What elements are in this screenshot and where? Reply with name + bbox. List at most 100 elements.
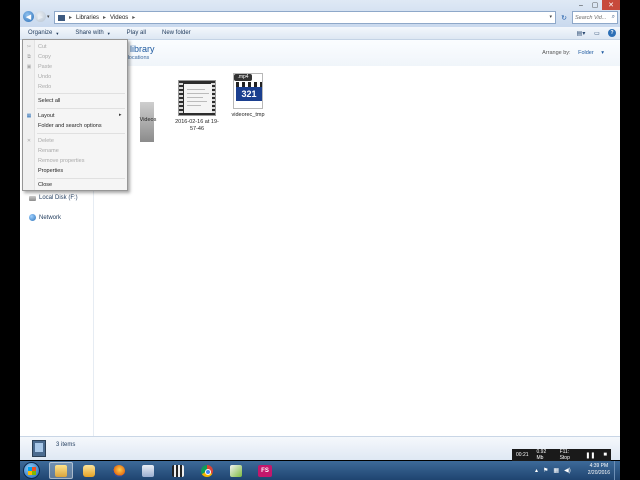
taskbar-fs-recorder[interactable]: FS <box>253 462 277 479</box>
delete-icon: ✕ <box>26 138 32 144</box>
organize-menu: ✂ Cut ⧉ Copy ▣ Paste Undo Redo Select al… <box>22 39 128 191</box>
chevron-down-icon: ▼ <box>55 30 60 36</box>
media-player-icon <box>83 464 95 477</box>
window-controls: – ▢ ✕ <box>574 0 620 10</box>
change-view-icon[interactable]: ▤▾ <box>576 29 586 37</box>
new-folder-button[interactable]: New folder <box>162 30 191 36</box>
stop-hint: F11: Stop <box>559 449 570 461</box>
close-button[interactable]: ✕ <box>602 0 620 10</box>
back-button[interactable]: ◀ <box>23 11 34 22</box>
libraries-icon <box>58 14 65 21</box>
clock[interactable]: 4:39 PM 2/20/2016 <box>588 463 610 477</box>
pen-icon <box>230 464 242 477</box>
taskbar-firefox[interactable] <box>107 462 131 479</box>
clapperboard-icon <box>172 464 184 477</box>
clock-date: 2/20/2016 <box>587 470 610 476</box>
volume-icon[interactable]: ◀) <box>564 467 571 474</box>
breadcrumb-separator-icon[interactable]: ▸ <box>132 14 135 21</box>
play-all-button[interactable]: Play all <box>127 30 146 36</box>
taskbar-chrome[interactable] <box>195 462 219 479</box>
file-label: videorec_tmp <box>231 112 265 118</box>
menu-item-undo[interactable]: Undo <box>38 74 51 80</box>
menu-item-properties[interactable]: Properties <box>38 168 63 174</box>
menu-item-select-all[interactable]: Select all <box>38 98 60 104</box>
fs-recorder-icon: FS <box>258 464 272 477</box>
menu-item-copy[interactable]: Copy <box>38 54 51 60</box>
search-input[interactable]: Search Vid... ⌕ <box>572 11 618 24</box>
chevron-down-icon[interactable]: ▾ <box>601 50 604 56</box>
menu-separator <box>37 133 125 134</box>
search-icon: ⌕ <box>611 14 615 20</box>
arrange-by-label: Arrange by: <box>542 50 571 56</box>
taskbar-media-player[interactable] <box>77 462 101 479</box>
arrange-by-dropdown[interactable]: Folder <box>578 50 594 56</box>
nav-item-local-disk[interactable]: Local Disk (F:) <box>29 195 78 201</box>
recording-size: 0.92 Mb <box>536 449 547 461</box>
share-with-button[interactable]: Share with ▼ <box>75 30 110 36</box>
preview-pane-icon[interactable]: ▭ <box>592 29 602 37</box>
menu-separator <box>37 93 125 94</box>
menu-item-close[interactable]: Close <box>38 182 52 188</box>
show-hidden-icons-icon[interactable]: ▴ <box>535 467 538 474</box>
recording-time: 00:21 <box>516 452 529 458</box>
forward-button[interactable]: ▶ <box>35 11 46 22</box>
recent-pages-dropdown[interactable]: ▾ <box>47 14 50 20</box>
menu-item-cut[interactable]: Cut <box>38 44 47 50</box>
mp4-file-icon: .mp4 321 <box>233 73 263 109</box>
windows-logo-icon <box>28 467 36 475</box>
mp4-badge: .mp4 <box>234 74 252 81</box>
menu-item-remove-properties[interactable]: Remove properties <box>38 158 84 164</box>
breadcrumb-libraries[interactable]: Libraries <box>76 15 99 21</box>
breadcrumb-videos[interactable]: Videos <box>110 15 128 21</box>
file-item-recording[interactable]: 2016-02-16 at 19-57-46 <box>172 80 222 135</box>
library-header: s library 2 locations Arrange by: Folder… <box>95 40 620 66</box>
address-bar[interactable]: ▸ Libraries ▸ Videos ▸ ▾ <box>54 11 556 24</box>
start-button[interactable] <box>23 462 40 479</box>
firefox-icon <box>113 464 125 477</box>
show-desktop-button[interactable] <box>614 461 620 480</box>
menu-item-layout[interactable]: Layout <box>38 113 55 119</box>
breadcrumb-separator-icon[interactable]: ▸ <box>103 14 106 21</box>
menu-item-redo[interactable]: Redo <box>38 84 51 90</box>
file-label: Videos <box>139 117 157 123</box>
taskbar-editor[interactable] <box>224 462 248 479</box>
file-item-videorec[interactable]: .mp4 321 videorec_tmp <box>223 73 273 128</box>
breadcrumb-separator-icon[interactable]: ▸ <box>69 14 72 21</box>
nav-item-label: Network <box>39 214 62 221</box>
chrome-icon <box>201 464 213 477</box>
layout-icon: ▦ <box>26 113 32 119</box>
flag-icon[interactable]: ⚑ <box>543 467 548 474</box>
address-dropdown-icon[interactable]: ▾ <box>549 14 552 20</box>
taskbar-calculator[interactable] <box>136 462 160 479</box>
nav-item-network[interactable]: Network <box>29 214 61 221</box>
pause-icon[interactable]: ❚❚ <box>585 452 595 459</box>
paste-icon: ▣ <box>26 64 32 70</box>
maximize-button[interactable]: ▢ <box>588 0 602 10</box>
menu-item-rename[interactable]: Rename <box>38 148 59 154</box>
hard-disk-icon <box>29 195 36 201</box>
chevron-down-icon: ▼ <box>106 30 111 36</box>
network-icon[interactable]: ▦ <box>553 467 559 474</box>
title-bar: – ▢ ✕ ◀ ▶ ▾ ▸ Libraries ▸ Videos ▸ ▾ ↻ S… <box>20 0 620 27</box>
clock-time: 4:39 PM <box>589 463 609 469</box>
scissors-icon: ✂ <box>26 44 32 50</box>
organize-button[interactable]: Organize ▼ <box>28 30 59 36</box>
stop-icon[interactable]: ■ <box>603 452 607 458</box>
search-placeholder: Search Vid... <box>575 14 607 21</box>
taskbar-media-classic[interactable] <box>166 462 190 479</box>
menu-separator <box>37 178 125 179</box>
file-label: 2016-02-16 at 19-57-46 <box>175 119 219 132</box>
item-count: 3 items <box>56 442 76 448</box>
taskbar-explorer[interactable] <box>49 462 73 479</box>
menu-item-paste[interactable]: Paste <box>38 64 52 70</box>
refresh-icon[interactable]: ↻ <box>558 12 570 23</box>
copy-icon: ⧉ <box>27 54 31 60</box>
arrow-right-icon: ▶ <box>37 13 44 21</box>
organize-label: Organize <box>28 30 53 36</box>
taskbar: FS ▴ ⚑ ▦ ◀) 4:39 PM 2/20/2016 <box>20 461 620 480</box>
help-icon[interactable]: ? <box>608 29 616 37</box>
menu-item-folder-options[interactable]: Folder and search options <box>38 123 102 129</box>
minimize-button[interactable]: – <box>574 0 588 10</box>
screen-recorder-bar: 00:21 0.92 Mb F11: Stop ❚❚ ■ <box>512 449 611 461</box>
menu-item-delete[interactable]: Delete <box>38 138 54 144</box>
